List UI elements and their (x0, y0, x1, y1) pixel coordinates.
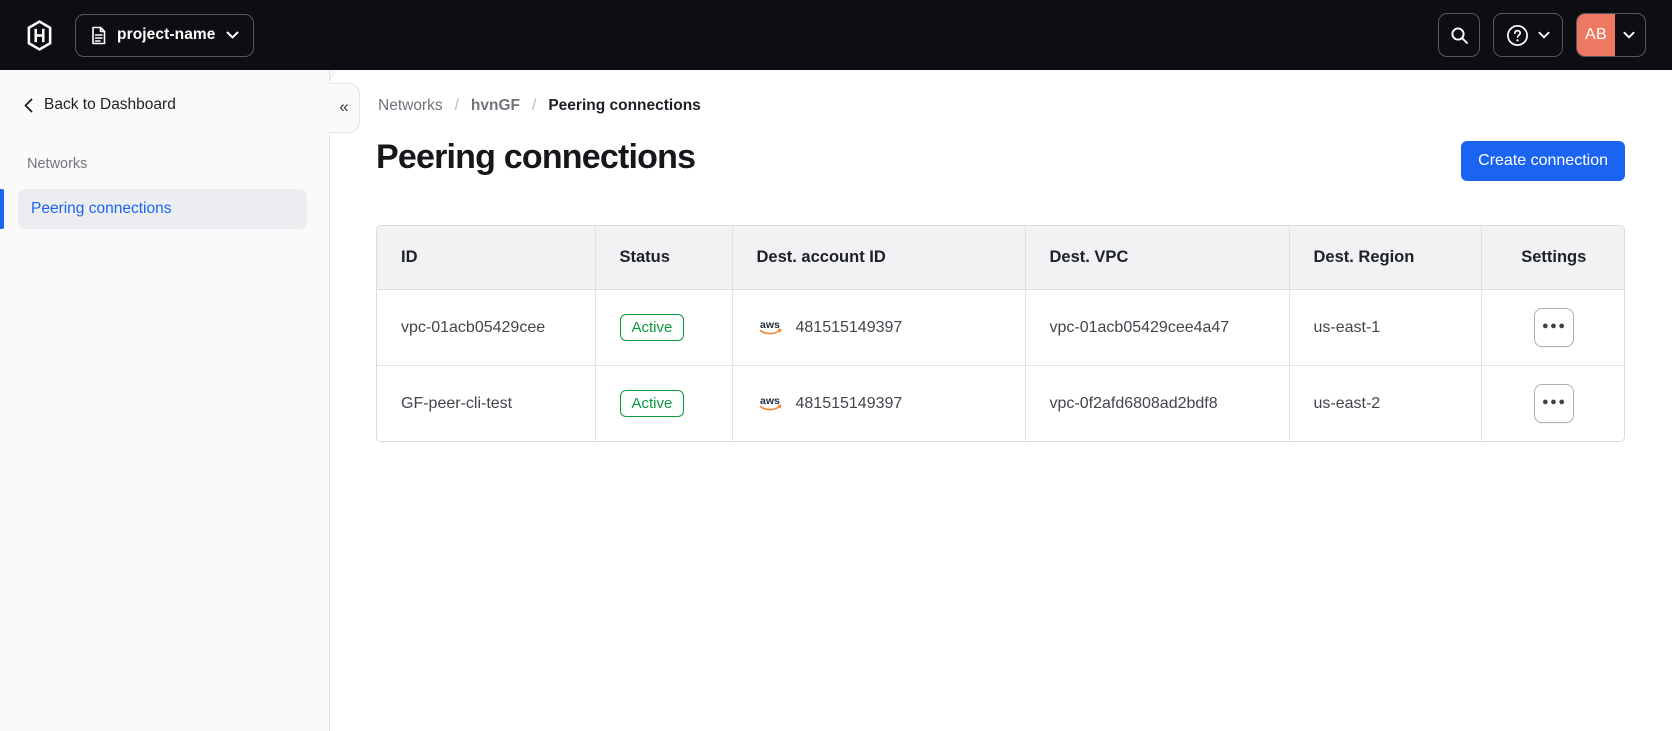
status-badge: Active (619, 390, 685, 417)
cell-dest-account-id: aws 481515149397 (731, 289, 1026, 366)
project-switcher-label: project-name (117, 26, 216, 43)
avatar: AB (1577, 14, 1615, 56)
chevron-down-icon (226, 31, 239, 39)
row-settings-menu-button[interactable]: ●●● (1533, 308, 1574, 347)
table-header-row: ID Status Dest. account ID Dest. VPC Des… (377, 226, 1624, 290)
sidebar-item-peering-connections[interactable]: Peering connections (18, 189, 307, 229)
sidebar: Back to Dashboard Networks Peering conne… (0, 70, 330, 731)
app-root: project-name AB Back to Dashboard Networ… (0, 0, 1672, 731)
breadcrumb-item-networks[interactable]: Networks (378, 97, 443, 115)
breadcrumb-item-current: Peering connections (548, 97, 701, 114)
cell-settings: ●●● (1480, 365, 1624, 441)
svg-text:aws: aws (760, 395, 780, 407)
status-badge: Active (619, 314, 685, 341)
active-item-indicator (0, 189, 4, 229)
sidebar-section-networks: Networks (27, 156, 88, 172)
sidebar-item-label: Peering connections (31, 200, 172, 217)
back-to-dashboard-label: Back to Dashboard (44, 96, 176, 113)
column-header-status: Status (594, 226, 733, 290)
account-menu-button[interactable]: AB (1576, 13, 1646, 57)
hashicorp-logo[interactable] (26, 19, 53, 51)
table-row: vpc-01acb05429cee Active aws 48151514939… (377, 289, 1624, 366)
breadcrumb: Networks / hvnGF / Peering connections (378, 97, 1625, 115)
table-row: GF-peer-cli-test Active aws 481515149397… (377, 365, 1624, 441)
chevron-left-icon (24, 98, 33, 113)
topbar: project-name AB (0, 0, 1672, 70)
cell-dest-vpc: vpc-01acb05429cee4a47 (1024, 289, 1290, 366)
aws-logo-icon: aws (757, 318, 787, 337)
chevron-down-icon (1615, 31, 1645, 39)
cell-id: vpc-01acb05429cee (377, 289, 596, 366)
breadcrumb-item-hvngf[interactable]: hvnGF (471, 97, 520, 115)
app-shell: Back to Dashboard Networks Peering conne… (0, 70, 1672, 731)
cell-status: Active (594, 365, 733, 441)
cell-dest-vpc: vpc-0f2afd6808ad2bdf8 (1024, 365, 1290, 441)
document-icon (90, 26, 107, 45)
ellipsis-icon: ●●● (1542, 319, 1567, 332)
svg-text:aws: aws (760, 319, 780, 331)
breadcrumb-separator: / (532, 97, 537, 114)
main-content: « Networks / hvnGF / Peering connections… (329, 70, 1672, 731)
cell-dest-region: us-east-2 (1288, 365, 1482, 441)
cell-settings: ●●● (1480, 289, 1624, 366)
cell-dest-account-id: aws 481515149397 (731, 365, 1026, 441)
column-header-settings: Settings (1480, 226, 1624, 290)
help-icon (1506, 24, 1529, 47)
page-title: Peering connections (376, 138, 696, 176)
column-header-dest-region: Dest. Region (1288, 226, 1482, 290)
project-switcher-button[interactable]: project-name (75, 13, 254, 57)
sidebar-collapse-button[interactable]: « (329, 83, 360, 133)
help-menu-button[interactable] (1493, 13, 1563, 57)
create-connection-button[interactable]: Create connection (1461, 141, 1625, 181)
cell-status: Active (594, 289, 733, 366)
column-header-dest-account-id: Dest. account ID (731, 226, 1026, 290)
cell-id: GF-peer-cli-test (377, 365, 596, 441)
chevron-down-icon (1538, 31, 1550, 39)
dest-account-id-value: 481515149397 (795, 394, 903, 412)
column-header-id: ID (377, 226, 596, 290)
collapse-icon: « (339, 97, 349, 116)
dest-account-id-value: 481515149397 (795, 318, 903, 336)
row-settings-menu-button[interactable]: ●●● (1533, 384, 1574, 423)
column-header-dest-vpc: Dest. VPC (1024, 226, 1290, 290)
back-to-dashboard-link[interactable]: Back to Dashboard (24, 96, 329, 114)
search-icon (1450, 26, 1469, 45)
peering-connections-table: ID Status Dest. account ID Dest. VPC Des… (376, 225, 1625, 442)
breadcrumb-separator: / (454, 97, 459, 114)
ellipsis-icon: ●●● (1542, 395, 1567, 408)
aws-logo-icon: aws (757, 394, 787, 413)
cell-dest-region: us-east-1 (1288, 289, 1482, 366)
search-button[interactable] (1438, 13, 1480, 57)
